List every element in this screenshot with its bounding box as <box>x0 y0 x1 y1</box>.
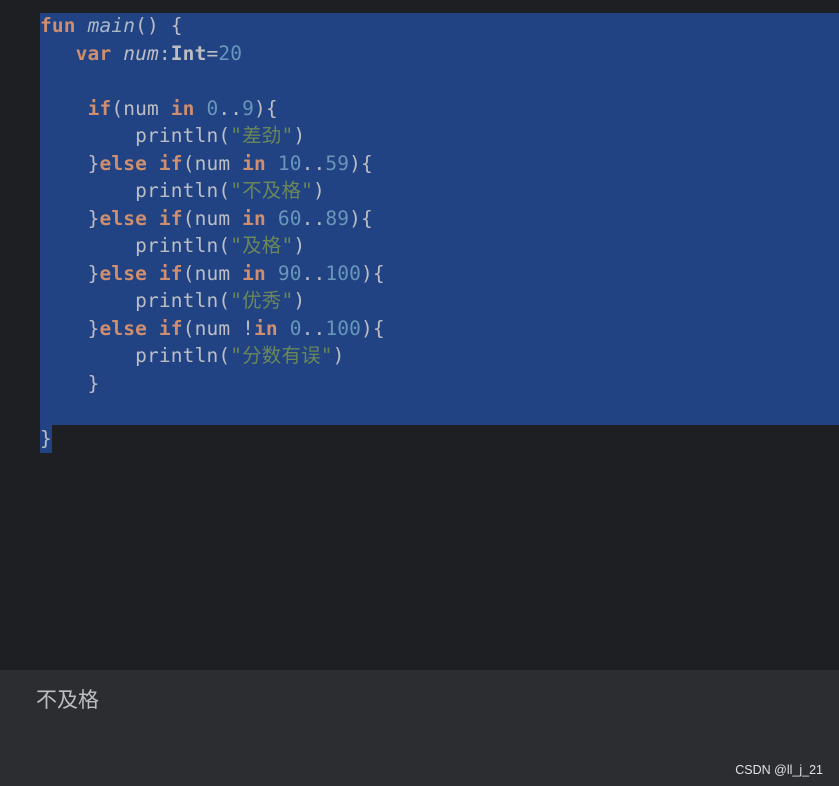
code-editor[interactable]: fun main() { var num:Int=20 if(num in 0.… <box>0 0 839 670</box>
function-call: println( <box>135 124 231 147</box>
number-literal: 10 <box>277 151 302 175</box>
punctuation: ) <box>293 234 306 257</box>
punctuation: ){ <box>349 206 373 230</box>
console-panel[interactable]: 不及格 CSDN @ll_j_21 <box>0 670 839 786</box>
function-call: println( <box>135 179 231 202</box>
keyword-if: if <box>158 261 183 285</box>
console-output-text: 不及格 <box>36 688 99 712</box>
code-line-10[interactable]: }else if(num in 90..100){ <box>40 260 385 288</box>
punctuation: } <box>87 261 100 285</box>
keyword-if: if <box>158 206 183 230</box>
code-line-6[interactable]: }else if(num in 10..59){ <box>40 150 373 178</box>
string-literal: "分数有误" <box>230 344 333 367</box>
keyword-in: in <box>242 151 266 175</box>
ide-window: fun main() { var num:Int=20 if(num in 0.… <box>0 0 839 786</box>
code-line-4[interactable]: if(num in 0..9){ <box>40 95 278 123</box>
code-text: (num <box>182 151 243 175</box>
operator: = <box>206 41 219 65</box>
number-literal: 90 <box>277 261 302 285</box>
keyword-else: else <box>99 206 148 230</box>
code-line-12[interactable]: }else if(num !in 0..100){ <box>40 315 385 343</box>
code-line-14[interactable]: } <box>40 370 100 398</box>
number-literal: 60 <box>277 206 302 230</box>
punctuation: } <box>87 371 100 395</box>
keyword-else: else <box>99 151 148 175</box>
number-literal: 0 <box>289 316 302 340</box>
code-line-1[interactable]: fun main() { <box>40 12 183 40</box>
punctuation: : <box>158 41 171 65</box>
code-text: (num <box>182 206 243 230</box>
number-literal: 100 <box>325 261 362 285</box>
code-line-5[interactable]: println("差劲") <box>40 122 305 150</box>
keyword-in: in <box>254 316 278 340</box>
keyword-if: if <box>158 316 183 340</box>
number-literal: 89 <box>325 206 350 230</box>
code-line-9[interactable]: println("及格") <box>40 232 305 260</box>
range-operator: .. <box>301 261 326 285</box>
string-literal: "优秀" <box>230 289 294 312</box>
number-literal: 0 <box>206 96 219 120</box>
range-operator: .. <box>218 96 243 120</box>
punctuation: ){ <box>349 151 373 175</box>
code-line-16[interactable]: } <box>40 425 52 453</box>
function-call: println( <box>135 289 231 312</box>
keyword-if: if <box>158 151 183 175</box>
punctuation: ) <box>293 289 306 312</box>
string-literal: "差劲" <box>230 124 294 147</box>
code-line-8[interactable]: }else if(num in 60..89){ <box>40 205 373 233</box>
code-text: (num <box>111 96 171 120</box>
code-line-11[interactable]: println("优秀") <box>40 287 305 315</box>
range-operator: .. <box>301 316 326 340</box>
type-name: Int <box>170 41 207 65</box>
number-literal: 100 <box>325 316 362 340</box>
keyword-var: var <box>75 41 112 65</box>
keyword-fun: fun <box>40 14 76 37</box>
keyword-if: if <box>87 96 112 120</box>
range-operator: .. <box>301 206 326 230</box>
function-call: println( <box>135 344 231 367</box>
code-line-7[interactable]: println("不及格") <box>40 177 325 205</box>
code-line-2[interactable]: var num:Int=20 <box>40 40 242 68</box>
keyword-in: in <box>242 261 266 285</box>
range-operator: .. <box>301 151 326 175</box>
punctuation: ) <box>312 179 325 202</box>
keyword-in: in <box>242 206 266 230</box>
keyword-else: else <box>99 316 148 340</box>
number-literal: 9 <box>242 96 255 120</box>
punctuation: ){ <box>254 96 278 120</box>
keyword-in: in <box>170 96 195 120</box>
punctuation: } <box>87 316 100 340</box>
punctuation: ){ <box>361 316 385 340</box>
punctuation: ) <box>293 124 306 147</box>
code-text: (num <box>182 261 243 285</box>
watermark: CSDN @ll_j_21 <box>735 763 823 777</box>
number-literal: 20 <box>218 41 243 65</box>
closing-brace: } <box>40 426 52 450</box>
keyword-else: else <box>99 261 148 285</box>
punctuation: () { <box>135 14 183 37</box>
number-literal: 59 <box>325 151 350 175</box>
function-call: println( <box>135 234 231 257</box>
string-literal: "不及格" <box>230 179 313 202</box>
not-operator: ! <box>242 316 255 340</box>
variable-name: num <box>123 41 159 65</box>
function-name: main <box>87 14 136 37</box>
punctuation: } <box>87 206 100 230</box>
punctuation: } <box>87 151 100 175</box>
punctuation: ) <box>332 344 345 367</box>
punctuation: ){ <box>361 261 385 285</box>
code-line-13[interactable]: println("分数有误") <box>40 342 345 370</box>
code-text: (num <box>182 316 243 340</box>
string-literal: "及格" <box>230 234 294 257</box>
